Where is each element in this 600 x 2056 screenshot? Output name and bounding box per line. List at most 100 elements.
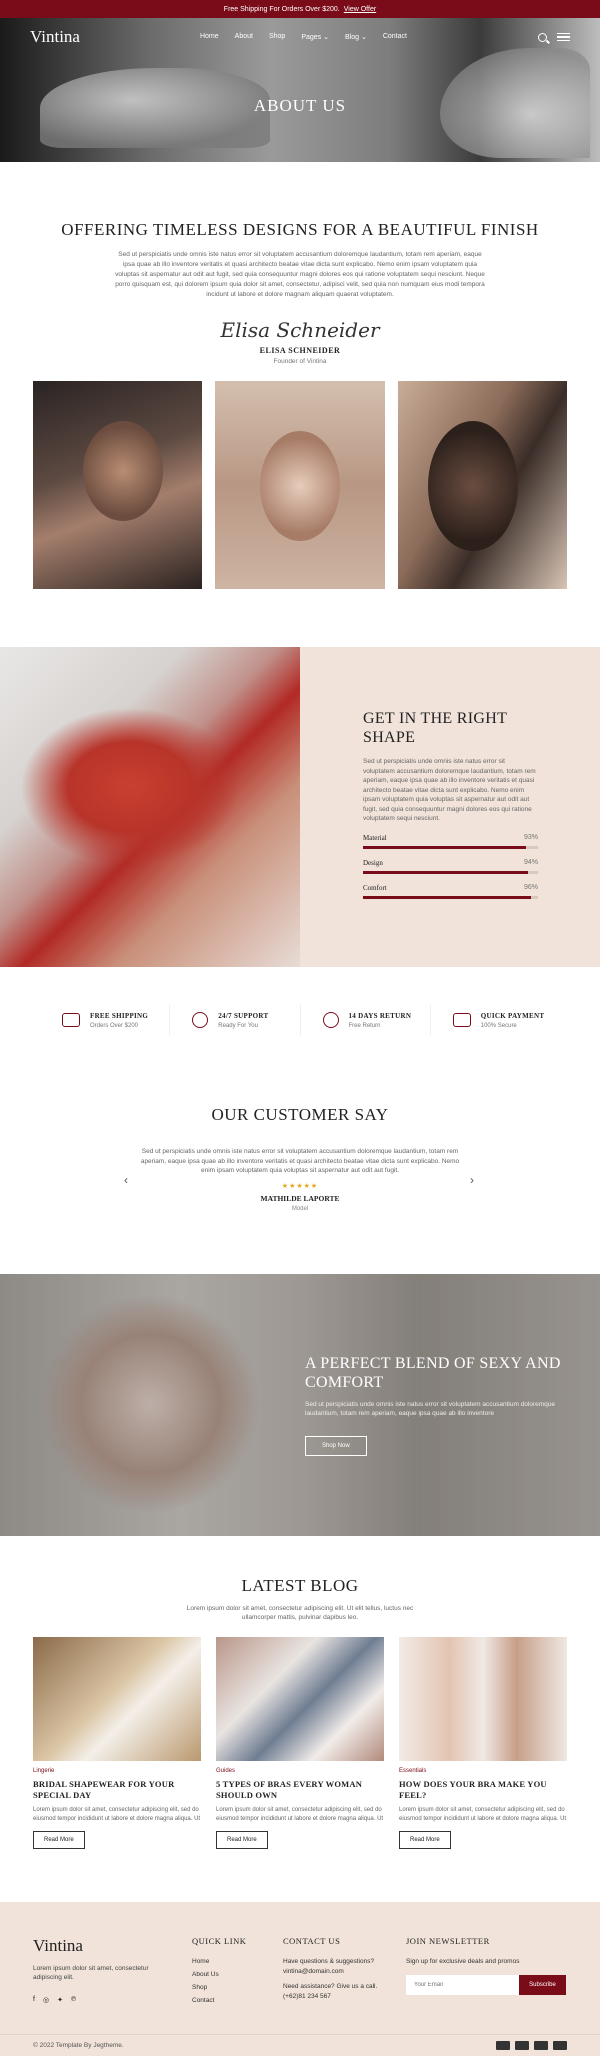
- blog-title[interactable]: HOW DOES YOUR BRA MAKE YOU FEEL?: [399, 1779, 567, 1801]
- nav-item-pages[interactable]: Pages ⌄: [301, 33, 329, 41]
- blog-card: Essentials HOW DOES YOUR BRA MAKE YOU FE…: [399, 1636, 567, 1849]
- announcement-bar: Free Shipping For Orders Over $200. View…: [0, 0, 600, 18]
- copyright-text: © 2022 Template By Jegtheme.: [33, 2042, 124, 2049]
- features-strip: FREE SHIPPING Orders Over $200 24/7 SUPPO…: [0, 1005, 600, 1035]
- facebook-icon[interactable]: f: [33, 1996, 35, 2004]
- announcement-text: Free Shipping For Orders Over $200.: [223, 5, 340, 13]
- shape-panel: GET IN THE RIGHT SHAPE Sed ut perspiciat…: [300, 647, 600, 967]
- nav-item-blog[interactable]: Blog ⌄: [345, 33, 367, 41]
- twitter-icon[interactable]: ✦: [57, 1996, 63, 2004]
- chevron-right-icon[interactable]: ›: [470, 1173, 474, 1187]
- customer-role: Model: [291, 1205, 309, 1212]
- footer-about: Vintina Lorem ipsum dolor sit amet, cons…: [33, 1936, 192, 2004]
- nav-item-shop[interactable]: Shop: [269, 33, 285, 41]
- payment-card-icon: [515, 2041, 529, 2050]
- read-more-button[interactable]: Read More: [399, 1830, 451, 1849]
- skill-bar: [363, 845, 538, 849]
- testimonial-section: OUR CUSTOMER SAY ‹ › Sed ut perspiciatis…: [0, 1105, 600, 1212]
- nav-item-home[interactable]: Home: [200, 33, 219, 41]
- copyright-bar: © 2022 Template By Jegtheme.: [0, 2034, 600, 2056]
- read-more-button[interactable]: Read More: [216, 1830, 268, 1849]
- banner-content: A PERFECT BLEND OF SEXY AND COMFORT Sed …: [305, 1354, 565, 1456]
- banner-text: Sed ut perspiciatis unde omnis iste natu…: [305, 1400, 556, 1417]
- skill-bar: [363, 895, 538, 899]
- instagram-icon[interactable]: ◎: [43, 1996, 49, 2004]
- hamburger-menu-icon[interactable]: [557, 33, 570, 41]
- newsletter-email-input[interactable]: [406, 1975, 519, 1995]
- newsletter-text: Sign up for exclusive deals and promos: [406, 1958, 520, 1965]
- nav-item-contact[interactable]: Contact: [383, 33, 407, 41]
- contact-phone[interactable]: (+62)81 234 567: [283, 1993, 406, 2000]
- skill-value: 96%: [523, 883, 538, 891]
- feature-title: QUICK PAYMENT: [480, 1011, 545, 1020]
- payment-card-icon: [553, 2041, 567, 2050]
- gallery-photo: [397, 381, 567, 589]
- blog-section: LATEST BLOG Lorem ipsum dolor sit amet, …: [0, 1576, 600, 1849]
- rating-stars: ★★★★★: [281, 1182, 319, 1190]
- pinterest-icon[interactable]: ℗: [71, 1996, 76, 2004]
- blog-image[interactable]: [33, 1636, 201, 1761]
- feature-free-shipping: FREE SHIPPING Orders Over $200: [40, 1005, 171, 1035]
- feature-title: 24/7 SUPPORT: [218, 1011, 269, 1020]
- skill-design: Design 94%: [363, 859, 538, 874]
- about-gallery: [0, 381, 600, 589]
- blog-subtitle: Lorem ipsum dolor sit amet, consectetur …: [186, 1604, 414, 1622]
- site-logo[interactable]: Vintina: [30, 27, 80, 47]
- shape-heading: GET IN THE RIGHT SHAPE: [363, 710, 507, 746]
- skill-bar-fill: [363, 870, 528, 874]
- skill-label: Material: [363, 833, 387, 842]
- newsletter-form: Subscribe: [406, 1975, 566, 1995]
- shape-section: GET IN THE RIGHT SHAPE Sed ut perspiciat…: [0, 647, 600, 967]
- contact-email[interactable]: vintina@domain.com: [283, 1968, 406, 1975]
- truck-icon: [62, 1013, 80, 1027]
- about-text: Sed ut perspiciatis unde omnis iste natu…: [115, 251, 485, 298]
- contact-assist: Need assistance? Give us a call.: [283, 1983, 378, 1990]
- blog-card: Guides 5 TYPES OF BRAS EVERY WOMAN SHOUL…: [216, 1636, 384, 1849]
- subscribe-button[interactable]: Subscribe: [519, 1975, 566, 1995]
- footer-quick-links: QUICK LINK Home About Us Shop Contact: [192, 1936, 283, 2004]
- feature-support: 24/7 SUPPORT Ready For You: [170, 1005, 301, 1035]
- skill-bar: [363, 870, 538, 874]
- blog-category[interactable]: Essentials: [399, 1768, 567, 1774]
- feature-sub: Ready For You: [218, 1022, 258, 1029]
- founder-role: Founder of Vintina: [273, 358, 327, 365]
- banner-heading: A PERFECT BLEND OF SEXY AND COMFORT: [305, 1354, 561, 1391]
- nav-item-about[interactable]: About: [235, 33, 253, 41]
- search-icon[interactable]: [538, 32, 547, 42]
- payment-card-icon: [496, 2041, 510, 2050]
- blog-title[interactable]: 5 TYPES OF BRAS EVERY WOMAN SHOULD OWN: [216, 1779, 384, 1801]
- contact-question: Have questions & suggestions?: [283, 1958, 375, 1965]
- footer-link-contact[interactable]: Contact: [192, 1997, 283, 2004]
- promo-banner: A PERFECT BLEND OF SEXY AND COMFORT Sed …: [0, 1273, 600, 1536]
- skill-value: 93%: [523, 833, 538, 841]
- footer-link-shop[interactable]: Shop: [192, 1984, 283, 1991]
- skill-comfort: Comfort 96%: [363, 884, 538, 899]
- about-section: OFFERING TIMELESS DESIGNS FOR A BEAUTIFU…: [0, 162, 600, 589]
- footer-link-home[interactable]: Home: [192, 1958, 283, 1965]
- shop-now-button[interactable]: Shop Now: [305, 1435, 367, 1456]
- feature-return: 14 DAYS RETURN Free Return: [301, 1005, 431, 1035]
- gallery-photo: [33, 381, 203, 589]
- blog-image[interactable]: [216, 1636, 384, 1761]
- footer-newsletter: JOIN NEWSLETTER Sign up for exclusive de…: [406, 1936, 566, 2004]
- blog-image[interactable]: [399, 1636, 567, 1761]
- founder-name: ELISA SCHNEIDER: [259, 346, 341, 355]
- read-more-button[interactable]: Read More: [33, 1830, 85, 1849]
- blog-excerpt: Lorem ipsum dolor sit amet, consectetur …: [216, 1806, 384, 1822]
- blog-excerpt: Lorem ipsum dolor sit amet, consectetur …: [399, 1806, 567, 1822]
- feature-sub: 100% Secure: [480, 1022, 517, 1029]
- page-title: ABOUT US: [253, 96, 347, 115]
- chevron-left-icon[interactable]: ‹: [124, 1173, 128, 1187]
- newsletter-heading: JOIN NEWSLETTER: [406, 1936, 490, 1946]
- return-icon: [322, 1012, 339, 1028]
- skill-bar-fill: [363, 845, 526, 849]
- view-offer-link[interactable]: View Offer: [344, 6, 376, 13]
- feature-payment: QUICK PAYMENT 100% Secure: [431, 1005, 560, 1035]
- footer-link-about[interactable]: About Us: [192, 1971, 283, 1978]
- blog-category[interactable]: Guides: [216, 1768, 384, 1774]
- hero-banner: Vintina Home About Shop Pages ⌄ Blog ⌄ C…: [0, 18, 600, 162]
- blog-title[interactable]: BRIDAL SHAPEWEAR FOR YOUR SPECIAL DAY: [33, 1779, 201, 1801]
- blog-category[interactable]: Lingerie: [33, 1768, 201, 1774]
- footer-logo[interactable]: Vintina: [33, 1936, 192, 1956]
- payment-icons: [496, 2041, 567, 2050]
